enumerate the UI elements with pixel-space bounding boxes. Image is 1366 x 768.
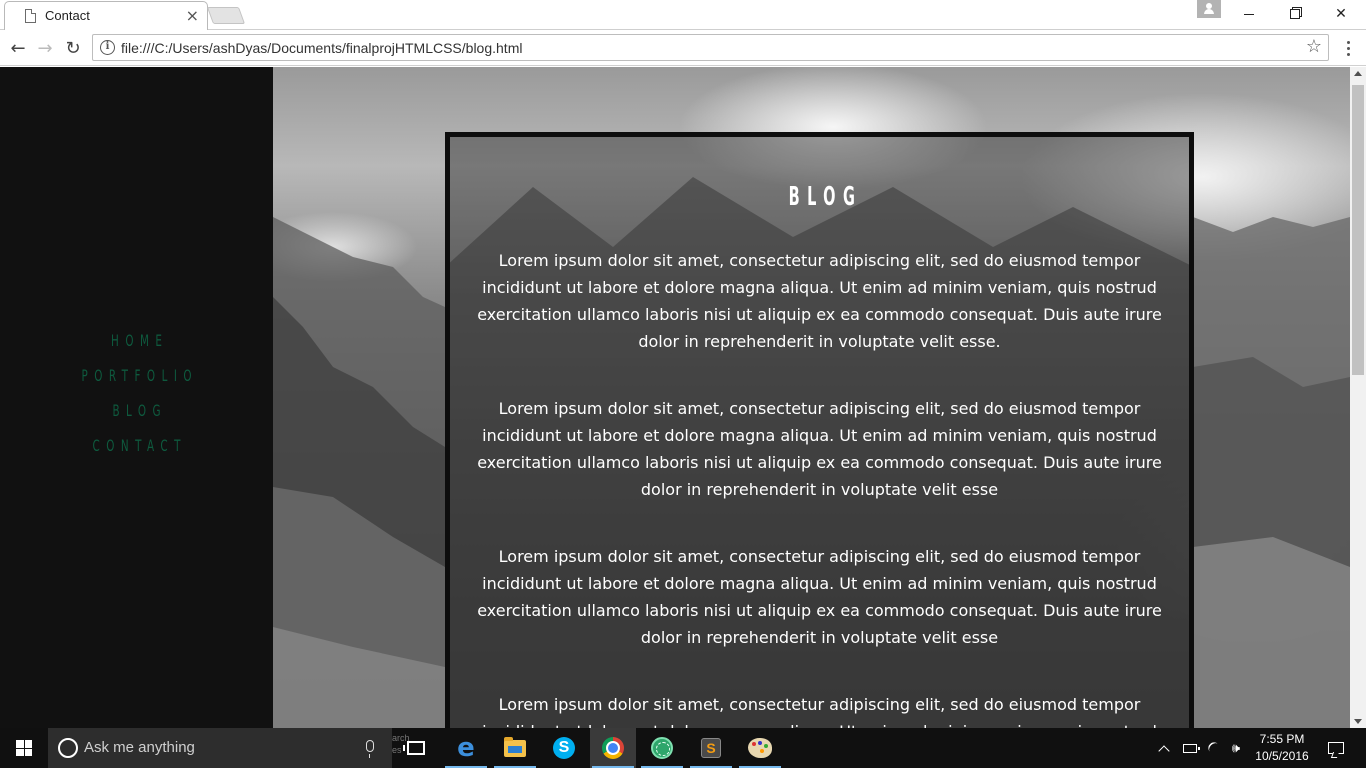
browser-toolbar: ← → ↻ i file:///C:/Users/ashDyas/Documen… <box>0 30 1366 66</box>
restore-button[interactable] <box>1272 0 1318 28</box>
url-text[interactable]: file:///C:/Users/ashDyas/Documents/final… <box>121 40 522 56</box>
clock-date: 10/5/2016 <box>1255 749 1309 763</box>
tab-close-icon[interactable]: × <box>186 6 199 25</box>
tab-title: Contact <box>45 8 90 23</box>
site-nav: HOME PORTFOLIO BLOG CONTACT <box>0 329 273 469</box>
globe-app-icon <box>651 737 673 759</box>
file-explorer-button[interactable] <box>492 728 538 768</box>
speaker-icon: 🕪 <box>1231 740 1241 756</box>
blog-paragraph: Lorem ipsum dolor sit amet, consectetur … <box>477 251 1162 351</box>
edge-icon: e <box>457 733 475 763</box>
blog-title: BLOG <box>788 182 863 212</box>
person-icon <box>1204 3 1214 14</box>
chrome-icon <box>602 737 624 759</box>
notification-icon <box>1328 742 1344 754</box>
windows-logo-icon <box>16 740 32 756</box>
show-hidden-icons-button[interactable] <box>1156 728 1172 768</box>
blog-paragraph: Lorem ipsum dolor sit amet, consectetur … <box>477 399 1162 499</box>
cortana-search-box[interactable]: Ask me anything <box>48 728 392 768</box>
cortana-icon <box>58 738 78 758</box>
microphone-icon[interactable] <box>366 740 374 758</box>
chrome-button[interactable] <box>590 728 636 768</box>
sublime-text-button[interactable]: S <box>688 728 734 768</box>
close-window-button[interactable]: ✕ <box>1318 0 1364 28</box>
clock-time: 7:55 PM <box>1259 732 1305 746</box>
page-scrollbar[interactable] <box>1350 67 1366 728</box>
mountain-background-image: BLOG Lorem ipsum dolor sit amet, consect… <box>273 67 1350 728</box>
paint-icon <box>748 738 772 758</box>
network-button[interactable] <box>1204 728 1224 768</box>
info-icon[interactable]: i <box>100 40 115 55</box>
blog-paragraph: Lorem ipsum dolor sit amet, consectetur … <box>482 695 1157 728</box>
globe-app-button[interactable] <box>639 728 685 768</box>
nav-portfolio-link[interactable]: PORTFOLIO <box>38 364 235 399</box>
battery-button[interactable] <box>1180 728 1200 768</box>
page-icon <box>25 9 36 23</box>
sublime-text-icon: S <box>701 738 721 758</box>
profile-button[interactable] <box>1197 0 1221 18</box>
scroll-up-arrow-icon[interactable] <box>1354 71 1362 76</box>
browser-menu-button[interactable] <box>1340 36 1356 60</box>
volume-button[interactable]: 🕪 <box>1226 728 1246 768</box>
bookmark-star-icon[interactable]: ☆ <box>1306 36 1322 57</box>
task-view-button[interactable] <box>393 728 439 768</box>
address-bar[interactable]: i file:///C:/Users/ashDyas/Documents/fin… <box>92 34 1329 61</box>
taskbar: Ask me anything arch es e S S 🕪 7:55 PM … <box>0 728 1366 768</box>
browser-titlebar: Contact × ✕ <box>0 0 1366 30</box>
action-center-button[interactable] <box>1316 728 1356 768</box>
file-explorer-icon <box>504 736 526 757</box>
taskbar-clock[interactable]: 7:55 PM 10/5/2016 <box>1250 731 1314 765</box>
scroll-down-arrow-icon[interactable] <box>1354 719 1362 724</box>
browser-tab[interactable]: Contact × <box>4 1 208 30</box>
nav-blog-link[interactable]: BLOG <box>38 399 235 434</box>
edge-button[interactable]: e <box>443 728 489 768</box>
start-button[interactable] <box>0 728 48 768</box>
skype-icon: S <box>553 737 575 759</box>
wifi-icon <box>1206 740 1222 756</box>
battery-icon <box>1183 743 1200 753</box>
back-button[interactable]: ← <box>6 36 30 60</box>
scrollbar-thumb[interactable] <box>1352 85 1364 375</box>
reload-button[interactable]: ↻ <box>61 36 85 60</box>
blog-paragraph: Lorem ipsum dolor sit amet, consectetur … <box>477 547 1162 647</box>
new-tab-button[interactable] <box>206 7 246 24</box>
forward-button[interactable]: → <box>33 36 57 60</box>
chevron-up-icon <box>1158 744 1170 757</box>
blog-panel: BLOG Lorem ipsum dolor sit amet, consect… <box>445 132 1194 728</box>
page-viewport: HOME PORTFOLIO BLOG CONTACT BLOG Lorem i… <box>0 67 1350 728</box>
skype-button[interactable]: S <box>541 728 587 768</box>
task-view-icon <box>403 741 425 755</box>
minimize-button[interactable] <box>1226 0 1272 28</box>
nav-contact-link[interactable]: CONTACT <box>38 434 235 469</box>
search-placeholder: Ask me anything <box>84 739 195 756</box>
sidebar: HOME PORTFOLIO BLOG CONTACT <box>0 67 273 728</box>
nav-home-link[interactable]: HOME <box>38 329 235 364</box>
paint-button[interactable] <box>737 728 783 768</box>
